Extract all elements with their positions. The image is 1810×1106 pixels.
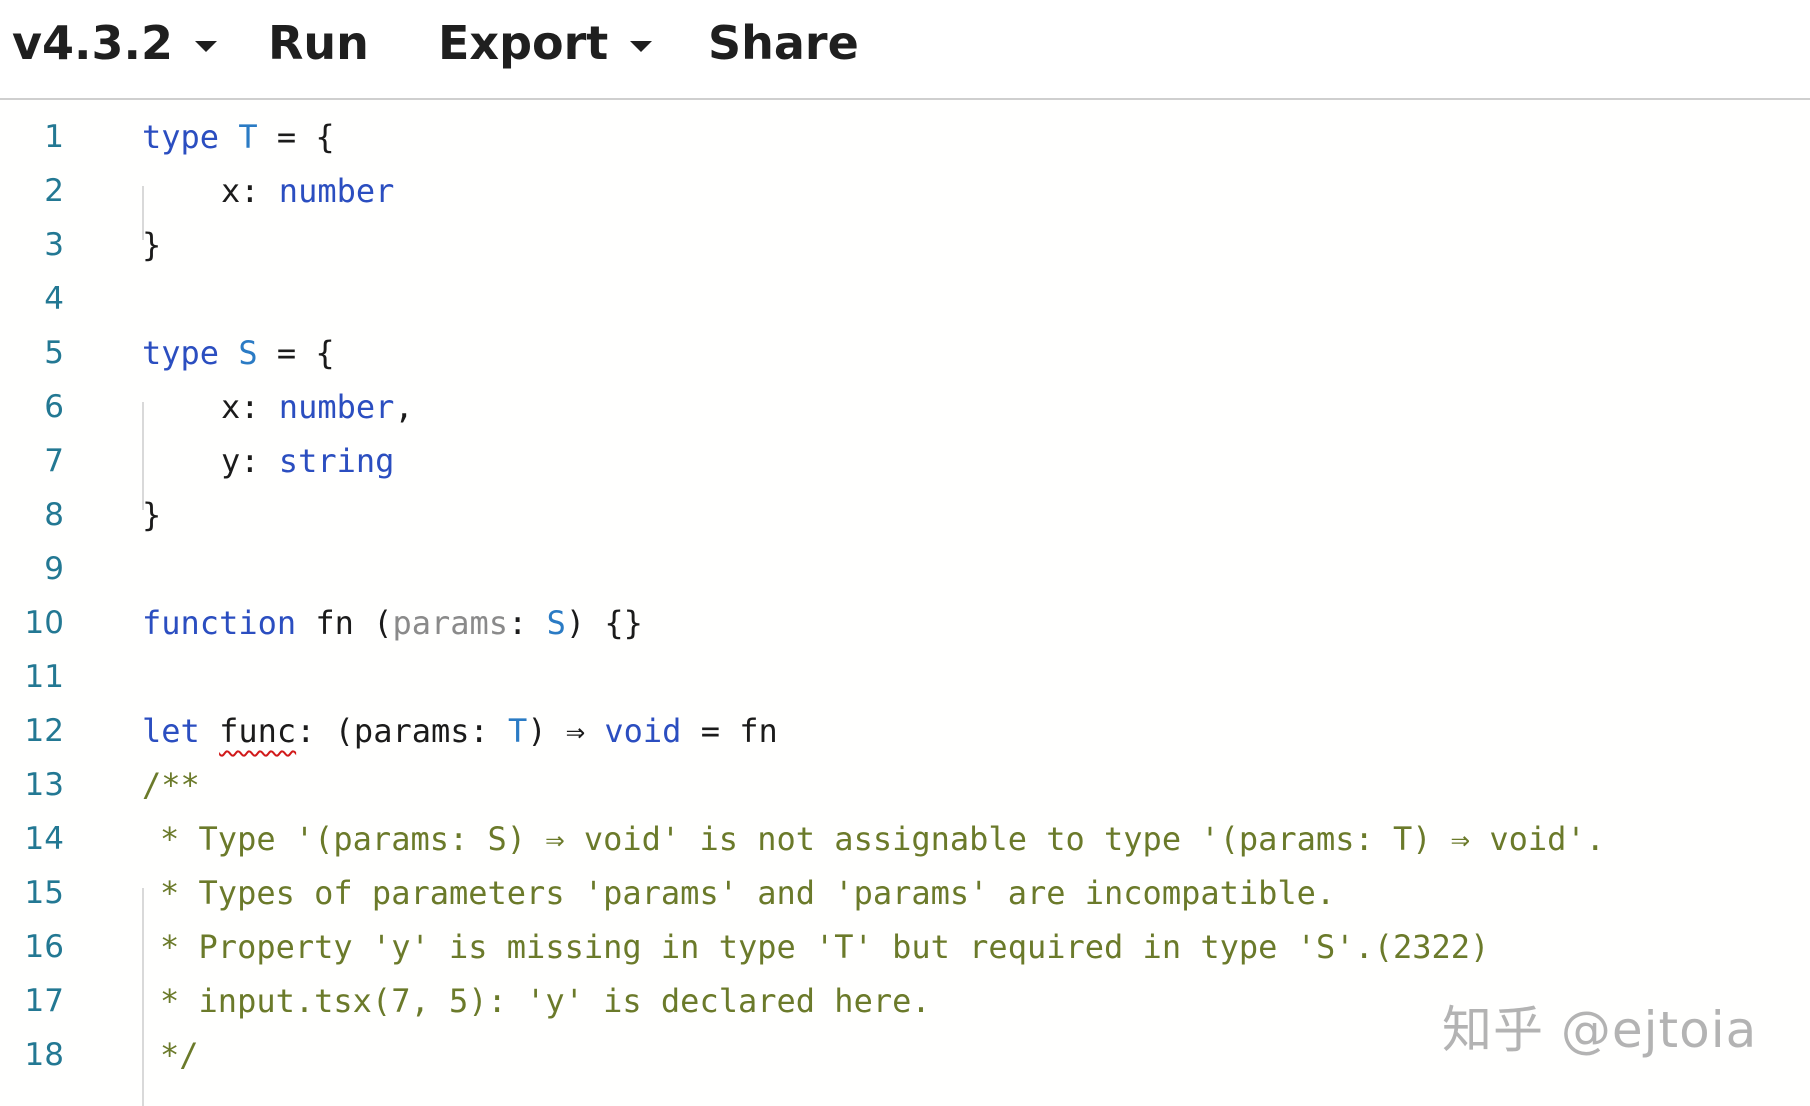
line-number: 12 [24, 713, 64, 749]
line-number: 9 [44, 551, 64, 587]
code-text: } [142, 226, 161, 264]
code-token: y: [221, 442, 279, 480]
code-token: = fn [681, 712, 778, 750]
code-token: void [604, 712, 682, 750]
line-number: 6 [44, 389, 64, 425]
code-text: x: number, [221, 388, 414, 426]
code-line[interactable]: 6 x: number, [0, 380, 1810, 434]
code-token: type [142, 118, 220, 156]
code-text: type T = { [142, 118, 335, 156]
code-line[interactable]: 1 type T = { [0, 110, 1810, 164]
code-text: type S = { [142, 334, 335, 372]
line-number: 15 [24, 875, 64, 911]
code-line[interactable]: 5 type S = { [0, 326, 1810, 380]
code-text: /** [142, 766, 200, 804]
code-token: } [142, 496, 162, 534]
code-token: T [238, 118, 258, 156]
run-button[interactable]: Run [268, 16, 369, 70]
line-number: 4 [44, 281, 64, 317]
line-number: 1 [44, 119, 64, 155]
code-text: let func: (params: T) ⇒ void = fn [142, 712, 778, 750]
code-line[interactable]: 10 function fn (params: S) {} [0, 596, 1810, 650]
code-token: , [394, 388, 414, 426]
code-line[interactable]: 13 /** [0, 758, 1810, 812]
code-line[interactable]: 4 [0, 272, 1810, 326]
version-dropdown[interactable]: v4.3.2 [12, 16, 217, 70]
code-text: x: number [221, 172, 394, 210]
line-number: 2 [44, 173, 64, 209]
line-number: 7 [44, 443, 64, 479]
code-line[interactable]: 15 * Types of parameters 'params' and 'pa… [0, 866, 1810, 920]
code-text: */ [160, 1036, 199, 1074]
code-line[interactable]: 14 * Type '(params: S) ⇒ void' is not ass… [0, 812, 1810, 866]
chevron-down-icon [630, 40, 653, 52]
line-number: 17 [24, 983, 64, 1019]
version-label: v4.3.2 [12, 16, 173, 70]
code-token: x: [221, 172, 279, 210]
code-text: function fn (params: S) {} [142, 604, 643, 642]
error-token: func [219, 712, 297, 750]
line-number: 5 [44, 335, 64, 371]
toolbar: v4.3.2 Run Export Share [0, 0, 1810, 100]
code-text: * Types of parameters 'params' and 'para… [160, 874, 1335, 912]
code-text: * Property 'y' is missing in type 'T' bu… [160, 928, 1489, 966]
line-number: 3 [44, 227, 64, 263]
line-number: 18 [24, 1037, 64, 1073]
export-dropdown[interactable]: Export [438, 16, 653, 70]
run-label: Run [268, 16, 369, 70]
export-label: Export [438, 16, 609, 70]
code-token: x: [221, 388, 279, 426]
watermark: 知乎 @ejtoia [1442, 1001, 1758, 1059]
code-token: params [392, 604, 509, 642]
code-token: let [142, 712, 200, 750]
code-line[interactable]: 8} [0, 488, 1810, 542]
code-token: } [142, 226, 162, 264]
code-text: y: string [221, 442, 394, 480]
code-text: * Type '(params: S) ⇒ void' is not assig… [160, 820, 1605, 858]
code-token: number [278, 388, 395, 426]
code-token: T [508, 712, 528, 750]
code-token: = { [257, 334, 335, 372]
code-token: * Type '(params: S) ⇒ void' is not assig… [160, 820, 1605, 858]
code-text: * input.tsx(7, 5): 'y' is declared here. [160, 982, 931, 1020]
line-number: 10 [24, 605, 64, 641]
code-token: type [142, 334, 220, 372]
code-token: S [238, 334, 258, 372]
chevron-down-icon [194, 40, 217, 52]
line-number: 14 [24, 821, 64, 857]
code-text: } [142, 496, 161, 534]
share-label: Share [708, 16, 859, 70]
line-number: 13 [24, 767, 64, 803]
code-token: number [278, 172, 395, 210]
code-token: * Types of parameters 'params' and 'para… [160, 874, 1336, 912]
code-token: * Property 'y' is missing in type 'T' bu… [160, 928, 1490, 966]
line-number: 11 [24, 659, 64, 695]
code-token: function [142, 604, 297, 642]
code-line[interactable]: 9 [0, 542, 1810, 596]
code-line[interactable]: 16 * Property 'y' is missing in type 'T' … [0, 920, 1810, 974]
code-line[interactable]: 3} [0, 218, 1810, 272]
code-token: fn ( [296, 604, 393, 642]
code-token: S [546, 604, 566, 642]
code-line[interactable]: 12 let func: (params: T) ⇒ void = fn [0, 704, 1810, 758]
code-token: ) ⇒ [527, 712, 605, 750]
code-token: /** [142, 766, 200, 804]
code-token: * input.tsx(7, 5): 'y' is declared here. [160, 982, 931, 1020]
code-token: string [278, 442, 395, 480]
code-line[interactable]: 2 x: number [0, 164, 1810, 218]
code-token: : [508, 604, 547, 642]
code-editor[interactable]: 1 type T = { 2 x: number 3} 4 5 type S = { 6 x: n… [0, 102, 1810, 1106]
code-token: ) {} [565, 604, 643, 642]
code-line[interactable]: 11 [0, 650, 1810, 704]
share-button[interactable]: Share [708, 16, 859, 70]
line-number: 8 [44, 497, 64, 533]
code-token: : (params: [296, 712, 509, 750]
code-token: = { [257, 118, 335, 156]
code-line[interactable]: 7 y: string [0, 434, 1810, 488]
code-token: */ [160, 1036, 199, 1074]
line-number: 16 [24, 929, 64, 965]
